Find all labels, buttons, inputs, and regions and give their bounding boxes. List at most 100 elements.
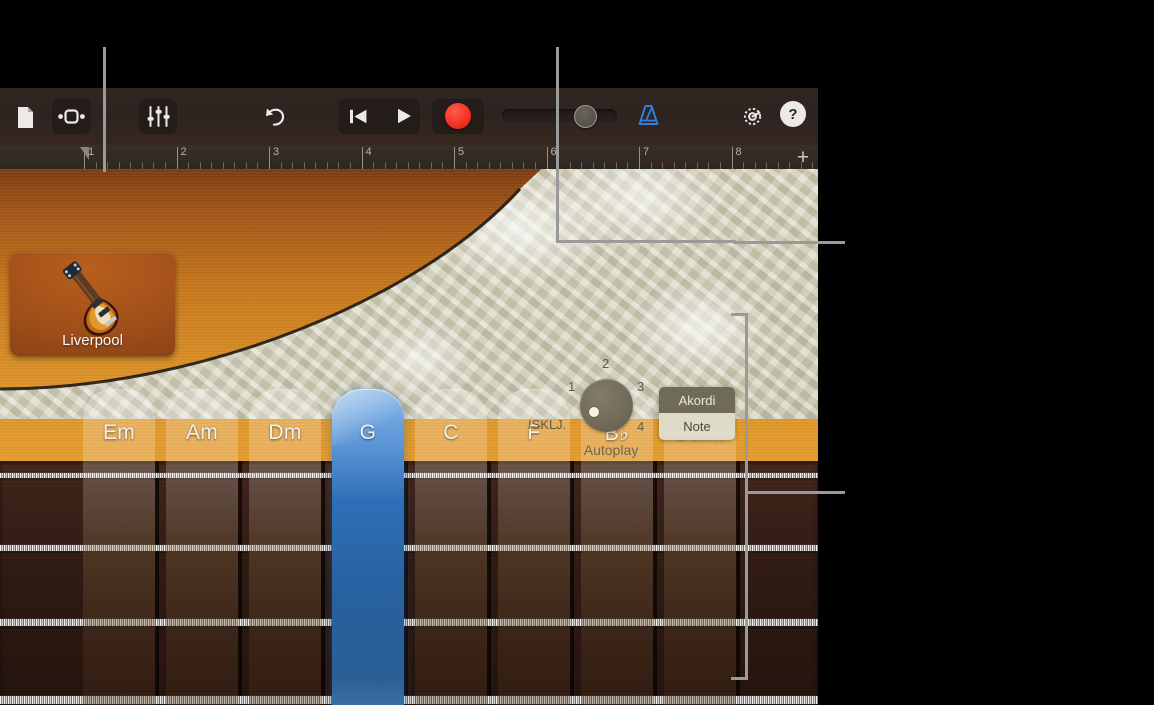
ruler-bar-number: 3 xyxy=(273,146,279,158)
autoplay-knob-indicator xyxy=(589,407,599,417)
chord-label: C xyxy=(443,421,458,705)
mode-menu-item-notes[interactable]: Note xyxy=(659,413,735,439)
ruler-beat-tick xyxy=(755,162,756,169)
autoplay-off-label[interactable]: ISKLJ. xyxy=(528,417,566,432)
chord-label: Dm xyxy=(268,421,301,705)
ruler-beat-tick xyxy=(130,162,131,169)
track-view-icon[interactable] xyxy=(52,98,91,134)
play-icon[interactable] xyxy=(390,102,418,130)
ruler-beat-tick xyxy=(570,162,571,169)
ruler-beat-tick xyxy=(789,162,790,169)
record-icon[interactable] xyxy=(445,103,471,129)
ruler-bar-number: 2 xyxy=(181,146,187,158)
ruler-bar-number: 4 xyxy=(366,146,372,158)
chord-label: Am xyxy=(186,421,218,705)
document-icon[interactable] xyxy=(10,102,40,132)
ruler-beat-tick xyxy=(477,162,478,169)
rewind-icon[interactable] xyxy=(344,102,372,130)
instrument-card[interactable]: Liverpool xyxy=(10,252,175,356)
ruler-beat-tick xyxy=(766,162,767,169)
ruler-bar-number: 5 xyxy=(458,146,464,158)
chord-strip[interactable]: C xyxy=(415,389,487,705)
mode-menu-item-chords[interactable]: Akordi xyxy=(659,387,735,413)
ruler-bar-tick xyxy=(269,147,270,169)
autoplay-pos-3[interactable]: 3 xyxy=(637,379,644,394)
ruler-bar-tick xyxy=(177,147,178,169)
ruler-beat-tick xyxy=(281,162,282,169)
ruler-beat-tick xyxy=(373,162,374,169)
ruler-beat-tick xyxy=(616,162,617,169)
master-volume-thumb[interactable] xyxy=(574,105,597,128)
ruler-beat-tick xyxy=(246,162,247,169)
ruler-beat-tick xyxy=(743,162,744,169)
ruler-beat-tick xyxy=(651,162,652,169)
ruler-beat-tick xyxy=(500,162,501,169)
ruler-bar-tick xyxy=(732,147,733,169)
ruler-beat-tick xyxy=(234,162,235,169)
violin-bass-icon xyxy=(42,258,142,338)
toolbar: ? xyxy=(0,88,818,146)
ruler-beat-tick xyxy=(697,162,698,169)
ruler-beat-tick xyxy=(200,162,201,169)
ruler-beat-tick xyxy=(431,162,432,169)
chord-strip[interactable]: Em xyxy=(83,389,155,705)
ruler-beat-tick xyxy=(685,162,686,169)
ruler[interactable]: 12345678 + xyxy=(0,145,818,170)
autoplay-pos-2[interactable]: 2 xyxy=(602,356,609,371)
autoplay-knob[interactable] xyxy=(580,379,633,432)
autoplay-title: Autoplay xyxy=(566,442,656,458)
ruler-beat-tick xyxy=(593,162,594,169)
chord-strip[interactable]: Am xyxy=(166,389,238,705)
ruler-beat-tick xyxy=(408,162,409,169)
chord-strip[interactable]: Dm xyxy=(249,389,321,705)
ruler-beat-tick xyxy=(304,162,305,169)
ruler-beat-tick xyxy=(165,162,166,169)
settings-gear-icon[interactable] xyxy=(736,100,768,132)
autoplay-pos-4[interactable]: 4 xyxy=(637,419,644,434)
ruler-beat-tick xyxy=(153,162,154,169)
help-icon[interactable]: ? xyxy=(780,101,806,127)
chord-strip[interactable]: G xyxy=(332,389,404,705)
ruler-beat-tick xyxy=(350,162,351,169)
ruler-beat-tick xyxy=(523,162,524,169)
add-section-button[interactable]: + xyxy=(792,145,814,169)
ruler-beat-tick xyxy=(778,162,779,169)
mixer-icon[interactable] xyxy=(139,98,177,134)
ruler-bar-number: 6 xyxy=(551,146,557,158)
ruler-beat-tick xyxy=(338,162,339,169)
ruler-bar-tick xyxy=(454,147,455,169)
ruler-beat-tick xyxy=(211,162,212,169)
playhead[interactable] xyxy=(80,147,89,160)
ruler-beat-tick xyxy=(674,162,675,169)
autoplay-pos-1[interactable]: 1 xyxy=(568,379,575,394)
ruler-beat-tick xyxy=(385,162,386,169)
ruler-bar-number: 7 xyxy=(643,146,649,158)
ruler-beat-tick xyxy=(315,162,316,169)
ruler-beat-tick xyxy=(512,162,513,169)
instrument-name: Liverpool xyxy=(10,332,175,349)
ruler-beat-tick xyxy=(107,162,108,169)
mode-menu: Akordi Note xyxy=(659,387,735,440)
master-volume-slider[interactable] xyxy=(502,109,617,122)
ruler-beat-tick xyxy=(558,162,559,169)
ruler-beat-tick xyxy=(188,162,189,169)
chord-label: G xyxy=(360,421,377,705)
ruler-beat-tick xyxy=(327,162,328,169)
ruler-beat-tick xyxy=(142,162,143,169)
instrument-stage: EmAmDmGCFB♭Bdim ISKLJ. 1 2 3 4 Autoplay … xyxy=(0,169,818,705)
ruler-beat-tick xyxy=(708,162,709,169)
ruler-beat-tick xyxy=(96,162,97,169)
ruler-beat-tick xyxy=(662,162,663,169)
garageband-window: ? 1 2 3 4 5 6 7 8 + xyxy=(0,88,818,705)
ruler-beat-tick xyxy=(466,162,467,169)
chord-label: Em xyxy=(103,421,135,705)
ruler-beat-tick xyxy=(535,162,536,169)
ruler-beat-tick xyxy=(489,162,490,169)
ruler-bar-tick xyxy=(362,147,363,169)
ruler-beat-tick xyxy=(627,162,628,169)
ruler-beat-tick xyxy=(396,162,397,169)
undo-icon[interactable] xyxy=(258,100,292,132)
ruler-bar-number: 8 xyxy=(736,146,742,158)
ruler-beat-tick xyxy=(223,162,224,169)
metronome-icon[interactable] xyxy=(632,100,664,132)
